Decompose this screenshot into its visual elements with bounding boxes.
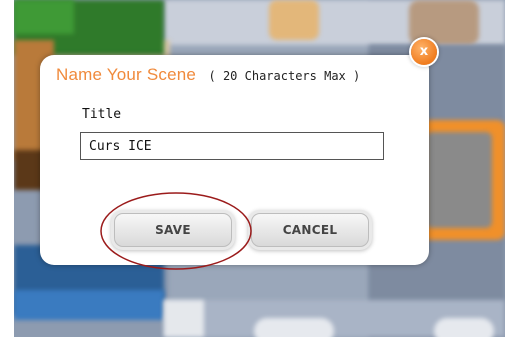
title-field-label: Title: [82, 107, 122, 122]
screen: Name Your Scene ( 20 Characters Max ) Ti…: [0, 0, 505, 337]
dialog-header: Name Your Scene ( 20 Characters Max ): [56, 65, 360, 85]
close-icon: x: [419, 44, 429, 59]
close-button[interactable]: x: [411, 39, 437, 65]
cancel-button[interactable]: CANCEL: [251, 213, 369, 247]
character-limit-hint: ( 20 Characters Max ): [208, 69, 361, 83]
name-scene-dialog: Name Your Scene ( 20 Characters Max ) Ti…: [40, 55, 429, 265]
save-button[interactable]: SAVE: [114, 213, 232, 247]
title-input[interactable]: [80, 132, 384, 160]
dialog-title: Name Your Scene: [56, 65, 197, 84]
